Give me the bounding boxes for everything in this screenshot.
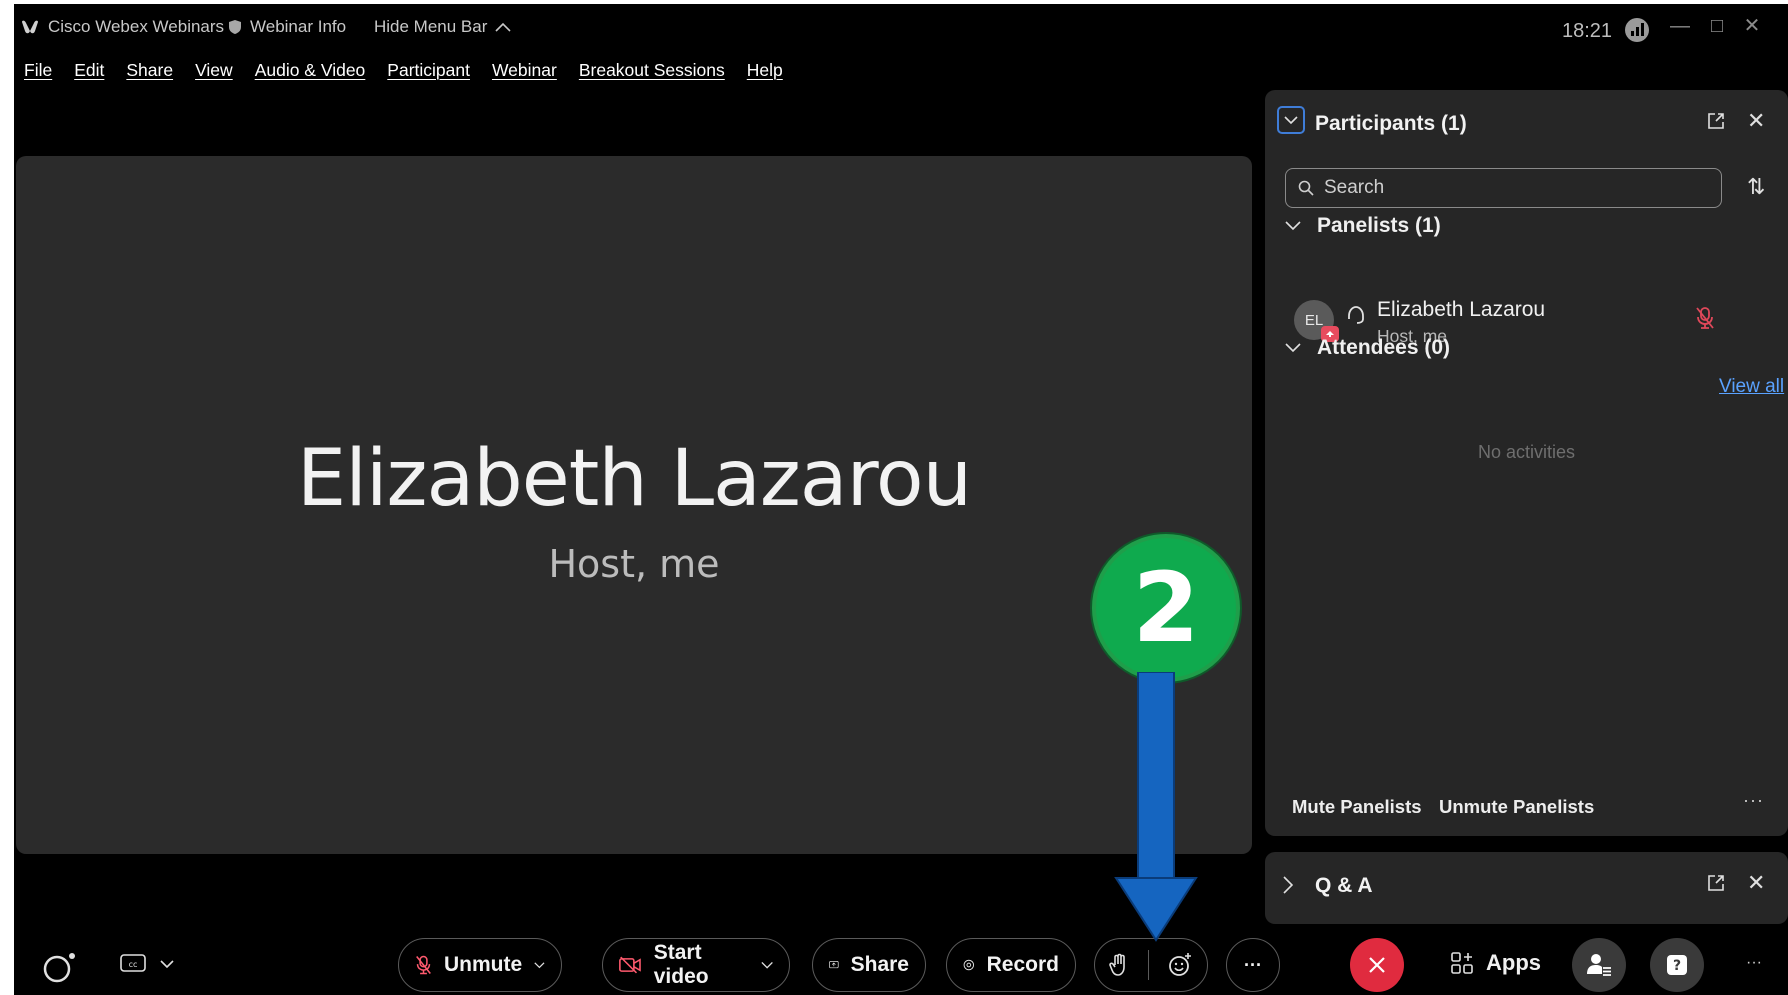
video-stage: Elizabeth Lazarou Host, me <box>16 156 1252 854</box>
overflow-menu-button[interactable]: ··· <box>1746 954 1762 972</box>
panelists-header-label: Panelists (1) <box>1317 214 1441 237</box>
participants-title: Participants (1) <box>1315 112 1467 135</box>
no-activities-text: No activities <box>1477 442 1576 462</box>
participant-search-input[interactable]: Search <box>1285 168 1722 208</box>
end-meeting-button[interactable] <box>1350 938 1404 992</box>
menu-share[interactable]: Share <box>126 60 173 81</box>
panelists-section-header[interactable]: Panelists (1) <box>1285 214 1441 238</box>
clock: 18:21 <box>1562 20 1613 42</box>
stage-participant-role: Host, me <box>548 542 720 586</box>
participants-icon <box>1587 954 1611 976</box>
panel-more-button[interactable]: ··· <box>1743 790 1764 811</box>
app-title: Cisco Webex Webinars <box>20 17 224 37</box>
annotation-arrow-icon <box>1114 672 1198 942</box>
chevron-down-icon <box>160 959 174 968</box>
step-badge: 2 <box>1090 532 1242 684</box>
share-button[interactable]: Share <box>812 938 926 992</box>
attendees-header-label: Attendees (0) <box>1317 336 1451 359</box>
unmute-button[interactable]: Unmute <box>398 938 562 992</box>
title-bar: Cisco Webex Webinars Webinar Info Hide M… <box>14 4 1788 50</box>
webinar-info-button[interactable]: Webinar Info <box>228 17 346 37</box>
chevron-down-icon <box>534 961 545 968</box>
panelist-name[interactable]: Elizabeth Lazarou <box>1377 298 1545 322</box>
apps-button[interactable]: Apps <box>1450 950 1541 976</box>
microphone-muted-icon <box>416 955 431 975</box>
reactions-group <box>1094 938 1208 992</box>
participants-panel: Participants (1) ✕ Search ⇅ Panelists (1… <box>1265 90 1788 836</box>
headset-icon <box>1348 306 1364 324</box>
svg-text:cc: cc <box>129 960 138 969</box>
hide-menu-bar-button[interactable]: Hide Menu Bar <box>374 17 511 37</box>
avatar-initials: EL <box>1304 311 1324 329</box>
network-signal-icon[interactable] <box>1625 18 1649 42</box>
search-icon <box>1298 180 1314 196</box>
chevron-down-icon <box>761 961 773 969</box>
sort-icon[interactable]: ⇅ <box>1747 174 1765 200</box>
menu-audio-video[interactable]: Audio & Video <box>255 60 366 81</box>
share-screen-icon <box>829 961 839 969</box>
record-label: Record <box>986 953 1059 976</box>
stage-participant-name: Elizabeth Lazarou <box>296 434 972 524</box>
popout-icon[interactable] <box>1707 874 1725 892</box>
qa-toggle-button[interactable]: ? <box>1650 938 1704 992</box>
chevron-down-icon <box>1285 221 1301 231</box>
window-close-icon[interactable]: ✕ <box>1742 16 1762 36</box>
qa-title[interactable]: Q & A <box>1315 874 1373 898</box>
apps-label: Apps <box>1486 950 1541 975</box>
more-options-button[interactable]: ··· <box>1226 938 1280 992</box>
record-icon <box>963 959 975 971</box>
search-placeholder: Search <box>1324 177 1385 198</box>
start-video-label: Start video <box>653 941 709 988</box>
close-participants-icon[interactable]: ✕ <box>1747 108 1765 134</box>
mute-panelists-button[interactable]: Mute Panelists <box>1292 796 1422 818</box>
microphone-muted-icon[interactable] <box>1695 306 1715 330</box>
menu-edit[interactable]: Edit <box>74 60 104 81</box>
video-off-icon <box>619 956 641 974</box>
qa-panel: Q & A ✕ <box>1265 852 1788 924</box>
chevron-down-icon <box>1285 343 1301 353</box>
more-options-label: ··· <box>1244 954 1262 975</box>
webex-logo-icon <box>22 20 38 34</box>
unmute-panelists-button[interactable]: Unmute Panelists <box>1439 796 1594 818</box>
view-all-link[interactable]: View all <box>1719 376 1784 398</box>
question-icon: ? <box>1667 955 1687 975</box>
menu-file[interactable]: File <box>24 60 52 81</box>
chevron-down-icon <box>1284 115 1298 124</box>
apps-icon <box>1451 952 1473 974</box>
participants-toggle-button[interactable] <box>1572 938 1626 992</box>
chevron-right-icon[interactable] <box>1283 876 1293 894</box>
record-button[interactable]: Record <box>946 938 1076 992</box>
menu-participant[interactable]: Participant <box>387 60 470 81</box>
closed-captions-button[interactable]: cc <box>120 954 174 974</box>
minimize-icon[interactable]: — <box>1670 16 1690 36</box>
webex-window: Cisco Webex Webinars Webinar Info Hide M… <box>14 4 1788 995</box>
webinar-info-label: Webinar Info <box>250 17 347 36</box>
share-label: Share <box>850 953 909 976</box>
app-name: Cisco Webex Webinars <box>48 17 225 36</box>
menu-view[interactable]: View <box>195 60 233 81</box>
reactions-icon[interactable] <box>1167 952 1193 978</box>
close-qa-icon[interactable]: ✕ <box>1747 870 1765 896</box>
unmute-label: Unmute <box>444 953 523 976</box>
menu-help[interactable]: Help <box>747 60 783 81</box>
menu-breakout-sessions[interactable]: Breakout Sessions <box>579 60 725 81</box>
start-video-button[interactable]: Start video <box>602 938 790 992</box>
popout-icon[interactable] <box>1707 112 1725 130</box>
maximize-icon[interactable]: □ <box>1707 16 1727 36</box>
svg-text:?: ? <box>1673 958 1681 974</box>
closed-captions-icon: cc <box>120 954 146 972</box>
attendees-section-header[interactable]: Attendees (0) <box>1285 336 1450 360</box>
menu-bar: File Edit Share View Audio & Video Parti… <box>24 60 783 81</box>
hide-menu-bar-label: Hide Menu Bar <box>374 17 488 36</box>
webex-assistant-icon[interactable] <box>42 950 78 984</box>
shield-icon <box>229 20 241 34</box>
collapse-participants-button[interactable] <box>1277 106 1305 134</box>
chevron-up-icon <box>495 22 511 32</box>
divider <box>1147 950 1149 980</box>
step-number: 2 <box>1096 538 1236 678</box>
raise-hand-icon[interactable] <box>1109 953 1129 977</box>
close-icon <box>1369 957 1385 973</box>
menu-webinar[interactable]: Webinar <box>492 60 557 81</box>
